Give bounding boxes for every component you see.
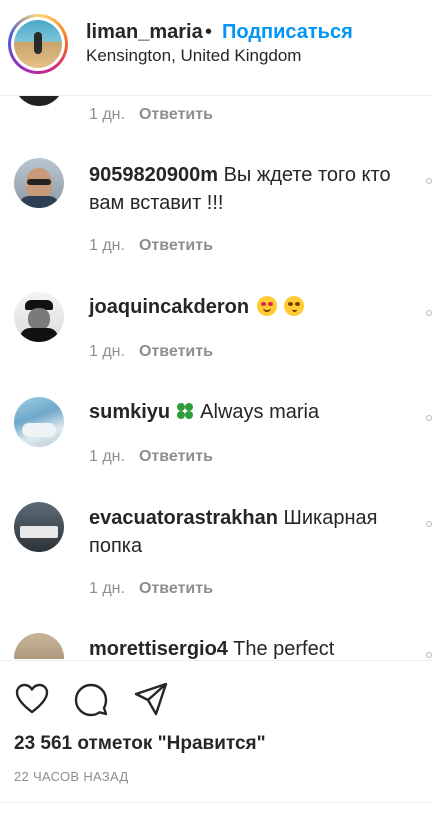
comment-username[interactable]: evacuatorastrakhan — [89, 507, 278, 529]
reply-button[interactable]: Ответить — [139, 448, 213, 465]
comment-age: 1 дн. — [89, 448, 125, 465]
comment-text: morettisergio4 The perfect — [89, 635, 419, 659]
comment-like-icon[interactable] — [426, 521, 432, 527]
post-timestamp: 22 ЧАСОВ НАЗАД — [14, 769, 129, 784]
reply-button[interactable]: Ответить — [139, 580, 213, 597]
comment-username[interactable]: joaquincakderon — [89, 296, 249, 318]
heart-eyes-emoji-icon — [256, 296, 277, 316]
comment-avatar[interactable] — [14, 397, 64, 447]
share-icon[interactable] — [133, 681, 169, 717]
reply-button[interactable]: Ответить — [139, 106, 213, 123]
comment-like-icon[interactable] — [426, 652, 432, 658]
post-header: liman_maria • Подписаться Kensington, Un… — [0, 0, 432, 96]
comment-avatar[interactable] — [14, 502, 64, 552]
comment-avatar[interactable] — [14, 633, 64, 659]
comment-username[interactable]: 9059820900m — [89, 164, 218, 186]
comment-age: 1 дн. — [89, 106, 125, 123]
comment-avatar[interactable] — [14, 158, 64, 208]
comment-text: 9059820900m Вы ждете того кто вам встави… — [89, 161, 419, 217]
separator-dot: • — [205, 21, 213, 43]
comment-age: 1 дн. — [89, 343, 125, 360]
follow-button[interactable]: Подписаться — [222, 21, 353, 44]
comment-avatar[interactable] — [14, 292, 64, 342]
comment-like-icon[interactable] — [426, 178, 432, 184]
comment-text: sumkiyu Always maria — [89, 398, 419, 426]
comment-meta: 1 дн. Ответить — [89, 106, 213, 124]
comment-meta: 1 дн. Ответить — [89, 580, 213, 598]
username-link[interactable]: liman_maria — [86, 21, 203, 44]
profile-avatar[interactable] — [8, 14, 68, 74]
comment-age: 1 дн. — [89, 237, 125, 254]
comment-text: evacuatorastrakhan Шикарная попка — [89, 504, 419, 560]
comment-username[interactable]: sumkiyu — [89, 401, 170, 423]
comment-username[interactable]: morettisergio4 — [89, 638, 228, 659]
comments-list[interactable]: 1 дн. Ответить 9059820900m Вы ждете того … — [0, 96, 432, 659]
comment-meta: 1 дн. Ответить — [89, 343, 213, 361]
comment-avatar[interactable] — [14, 96, 64, 106]
comment-like-icon[interactable] — [426, 415, 432, 421]
comment-like-icon[interactable] — [426, 310, 432, 316]
four-leaf-clover-icon — [176, 403, 193, 419]
comment-age: 1 дн. — [89, 580, 125, 597]
likes-count[interactable]: 23 561 отметок "Нравится" — [14, 733, 266, 755]
comment-meta: 1 дн. Ответить — [89, 237, 213, 255]
comment-body: Always maria — [195, 401, 320, 423]
location-link[interactable]: Kensington, United Kingdom — [86, 46, 301, 66]
comment-body: The perfect — [227, 638, 335, 659]
reply-button[interactable]: Ответить — [139, 343, 213, 360]
kissing-emoji-icon — [284, 296, 305, 316]
comment-icon[interactable] — [73, 681, 109, 717]
comment-meta: 1 дн. Ответить — [89, 448, 213, 466]
heart-icon[interactable] — [14, 681, 50, 717]
post-actions: 23 561 отметок "Нравится" 22 ЧАСОВ НАЗАД — [0, 660, 432, 813]
reply-button[interactable]: Ответить — [139, 237, 213, 254]
comment-text: joaquincakderon — [89, 293, 419, 321]
divider — [0, 802, 432, 803]
